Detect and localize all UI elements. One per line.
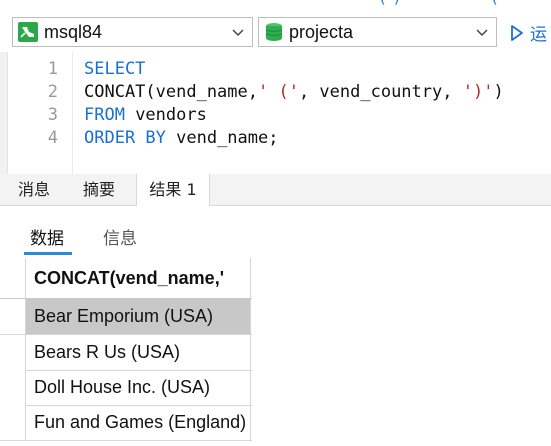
clipped-bracket: ( <box>492 0 497 7</box>
gutter-divider <box>72 52 73 174</box>
sql-keyword: SELECT <box>84 59 146 79</box>
run-button[interactable]: 运 <box>510 20 547 45</box>
table-cell[interactable]: Doll House Inc. (USA) <box>26 370 251 405</box>
line-number: 2 <box>47 82 58 102</box>
sql-string: ')' <box>462 82 494 102</box>
run-label: 运 <box>530 25 547 45</box>
table-row[interactable]: Bear Emporium (USA) <box>0 299 252 335</box>
table-cell[interactable]: Fun and Games (England) <box>26 405 251 440</box>
clipped-bracket-right: ) <box>394 0 399 7</box>
row-marker[interactable] <box>0 299 26 334</box>
table-row[interactable]: Fun and Games (England) <box>0 405 252 441</box>
row-marker-header <box>0 258 26 298</box>
connection-name: msql84 <box>44 21 103 42</box>
result-tabs: 消息 摘要 结果 1 <box>0 174 551 206</box>
sql-text: vend_name; <box>165 128 279 148</box>
top-clipped-strip: ( ) ( <box>0 0 551 12</box>
code-text: SELECT <box>84 59 145 79</box>
row-marker[interactable] <box>0 370 26 405</box>
sql-text: ) <box>493 82 504 102</box>
active-tab-indicator <box>24 252 72 255</box>
line-number: 4 <box>47 128 58 148</box>
tab-info[interactable]: 信息 <box>103 224 137 249</box>
sql-text: vendors <box>124 105 207 125</box>
tab-data[interactable]: 数据 <box>30 224 64 249</box>
editor-toolbar: msql84 projecta 运 <box>0 12 551 52</box>
chevron-down-icon <box>232 29 244 37</box>
line-number: 3 <box>47 105 58 125</box>
sql-keyword: FROM <box>84 105 125 125</box>
sql-text: CONCAT(vend_name, <box>84 82 258 102</box>
row-marker[interactable] <box>0 405 26 440</box>
database-name: projecta <box>289 21 354 42</box>
row-marker[interactable] <box>0 335 26 370</box>
sql-text: , vend_country, <box>298 82 463 102</box>
database-icon <box>265 23 283 41</box>
clipped-bracket-left: ( <box>380 0 385 7</box>
table-cell[interactable]: Bears R Us (USA) <box>26 335 251 370</box>
tab-summary[interactable]: 摘要 <box>70 174 128 205</box>
table-row[interactable]: Doll House Inc. (USA) <box>0 370 252 406</box>
sql-editor[interactable]: 1 SELECT 2 CONCAT(vend_name,' (', vend_coun… <box>8 52 551 174</box>
database-select[interactable]: projecta <box>258 17 497 47</box>
grid-empty-area <box>252 258 551 446</box>
table-cell[interactable]: Bear Emporium (USA) <box>26 299 251 334</box>
sql-keyword: ORDER BY <box>84 128 166 148</box>
result-sub-tabs: 数据 信息 <box>0 206 551 258</box>
column-header[interactable]: CONCAT(vend_name,' <box>26 258 251 298</box>
line-number: 1 <box>47 59 58 79</box>
result-grid: CONCAT(vend_name,' Bear Emporium (USA) B… <box>0 258 551 446</box>
code-text: FROM vendors <box>84 105 207 125</box>
chevron-down-icon <box>476 29 488 37</box>
tab-messages[interactable]: 消息 <box>6 174 62 205</box>
play-icon <box>511 24 523 41</box>
grid-header-row: CONCAT(vend_name,' <box>0 258 252 299</box>
connection-select[interactable]: msql84 <box>12 17 253 47</box>
tab-result-1[interactable]: 结果 1 <box>136 174 210 206</box>
sql-string: ' (' <box>258 82 299 102</box>
left-panel-edge <box>0 52 8 174</box>
code-text: ORDER BY vend_name; <box>84 128 278 148</box>
table-row[interactable]: Bears R Us (USA) <box>0 335 252 371</box>
connection-icon <box>18 22 38 42</box>
code-text: CONCAT(vend_name,' (', vend_country, ')'… <box>84 82 504 102</box>
